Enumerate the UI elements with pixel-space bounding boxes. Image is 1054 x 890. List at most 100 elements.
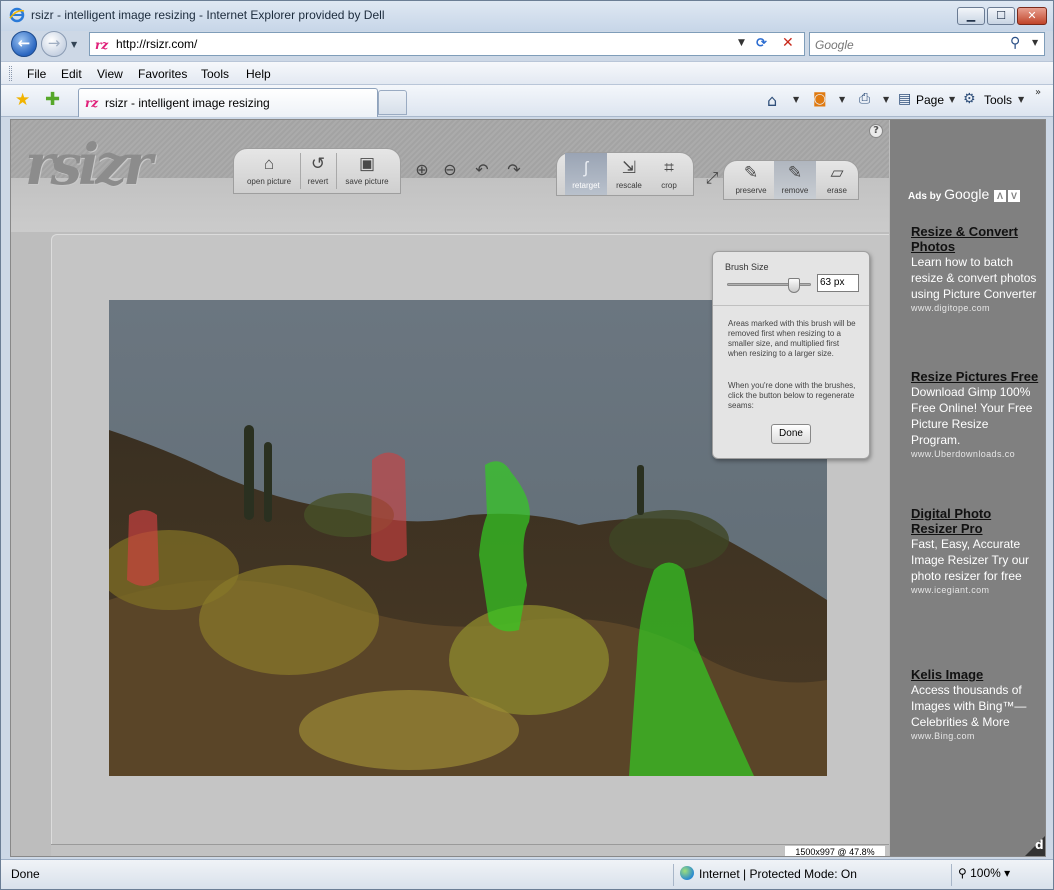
- menu-favorites[interactable]: Favorites: [138, 67, 187, 81]
- ad-url[interactable]: www.Bing.com: [911, 730, 1041, 742]
- brush-size-panel: Brush Size 63 px Areas marked with this …: [712, 251, 870, 459]
- rescale-button[interactable]: ⇲ rescale: [609, 153, 649, 197]
- ads-next-icon[interactable]: V: [1008, 190, 1021, 202]
- mode-toolbar: ʃ retarget ⇲ rescale ⌗ crop: [556, 152, 694, 196]
- feeds-dropdown-icon[interactable]: ▼: [839, 95, 845, 104]
- refresh-icon[interactable]: ⟳: [756, 36, 767, 51]
- ad-url[interactable]: www.digitope.com: [911, 302, 1041, 314]
- menu-view[interactable]: View: [97, 67, 123, 81]
- rotate-left-icon[interactable]: ↶: [469, 160, 495, 194]
- menu-bar: File Edit View Favorites Tools Help: [1, 61, 1053, 85]
- ads-prev-icon[interactable]: Λ: [994, 190, 1007, 202]
- brush-size-slider-thumb[interactable]: [788, 278, 801, 293]
- retarget-button[interactable]: ʃ retarget: [565, 153, 607, 195]
- eraser-icon: ▱: [830, 163, 844, 182]
- ad-title[interactable]: Kelis Image: [911, 667, 1041, 682]
- ad-item[interactable]: Resize & Convert Photos Learn how to bat…: [911, 224, 1041, 314]
- menu-tools[interactable]: Tools: [201, 67, 229, 81]
- ad-title[interactable]: Resize & Convert Photos: [911, 224, 1041, 254]
- revert-button[interactable]: ↺ revert: [302, 149, 334, 193]
- chevron-right-icon[interactable]: »: [1035, 87, 1041, 98]
- help-icon[interactable]: ?: [869, 124, 883, 138]
- tools-dropdown-icon[interactable]: ▼: [1018, 95, 1024, 104]
- save-picture-label: save picture: [345, 177, 389, 186]
- toolbar-separator: [336, 153, 337, 189]
- rsizr-logo: rsizr: [25, 132, 153, 198]
- zoom-in-icon[interactable]: ⊕: [409, 160, 435, 194]
- ad-item[interactable]: Kelis Image Access thousands of Images w…: [911, 667, 1041, 742]
- search-dropdown-icon[interactable]: ▼: [1032, 38, 1038, 47]
- brush-size-input[interactable]: 63 px: [817, 274, 859, 292]
- status-separator: [951, 864, 952, 886]
- tab-label: rsizr - intelligent image resizing: [105, 96, 270, 110]
- search-input[interactable]: Google: [815, 38, 854, 52]
- file-toolbar: ⌂ open picture ↺ revert ▣ save picture: [233, 148, 401, 194]
- print-icon[interactable]: ⎙: [859, 91, 870, 107]
- maximize-button[interactable]: ☐: [987, 7, 1015, 25]
- tools-menu-button[interactable]: Tools: [984, 93, 1012, 107]
- ad-body: Learn how to batch resize & convert phot…: [911, 255, 1037, 301]
- save-disk-icon: ▣: [358, 154, 376, 173]
- done-button[interactable]: Done: [771, 424, 811, 444]
- ad-body: Access thousands of Images with Bing™—Ce…: [911, 683, 1027, 729]
- globe-icon: [680, 866, 694, 880]
- print-dropdown-icon[interactable]: ▼: [883, 95, 889, 104]
- retarget-icon: ʃ: [584, 158, 588, 177]
- forward-button[interactable]: →: [41, 31, 67, 57]
- ads-by-google[interactable]: Ads by Google ΛV: [908, 186, 1021, 202]
- zoom-level[interactable]: ⚲ 100% ▾: [958, 866, 1010, 880]
- home-icon[interactable]: ⌂: [767, 91, 777, 110]
- new-tab-button[interactable]: [378, 90, 407, 115]
- rsizr-favicon-icon: rz: [95, 38, 109, 51]
- svg-text:rz: rz: [85, 96, 99, 109]
- ad-item[interactable]: Digital Photo Resizer Pro Fast, Easy, Ac…: [911, 506, 1041, 596]
- ad-url[interactable]: www.icegiant.com: [911, 584, 1041, 596]
- search-box[interactable]: Google ⚲ ▼: [809, 32, 1045, 56]
- remove-button[interactable]: ✎ remove: [774, 161, 816, 199]
- menu-edit[interactable]: Edit: [61, 67, 82, 81]
- page-dropdown-icon[interactable]: ▼: [949, 95, 955, 104]
- address-input[interactable]: http://rsizr.com/: [116, 37, 197, 51]
- add-favorite-icon[interactable]: ✚: [45, 89, 60, 110]
- ad-title[interactable]: Digital Photo Resizer Pro: [911, 506, 1041, 536]
- open-picture-button[interactable]: ⌂ open picture: [240, 149, 298, 193]
- ad-title[interactable]: Resize Pictures Free: [911, 369, 1041, 384]
- security-zone-label: Internet | Protected Mode: On: [699, 867, 857, 881]
- rotate-right-icon[interactable]: ↷: [501, 160, 527, 194]
- rescale-icon: ⇲: [621, 158, 637, 177]
- menu-help[interactable]: Help: [246, 67, 271, 81]
- revert-label: revert: [307, 177, 329, 186]
- crop-button[interactable]: ⌗ crop: [651, 153, 687, 197]
- home-dropdown-icon[interactable]: ▼: [793, 95, 799, 104]
- address-dropdown-icon[interactable]: ▼: [738, 38, 745, 48]
- window-title: rsizr - intelligent image resizing - Int…: [31, 8, 385, 22]
- stop-icon[interactable]: ✕: [782, 35, 794, 51]
- page-icon: ▤: [898, 91, 912, 107]
- magnifier-icon: ⚲: [958, 866, 971, 880]
- search-icon[interactable]: ⚲: [1010, 35, 1020, 51]
- favorites-star-icon[interactable]: ★: [15, 90, 30, 110]
- minimize-button[interactable]: ▁: [957, 7, 985, 25]
- ad-item[interactable]: Resize Pictures Free Download Gimp 100% …: [911, 369, 1041, 460]
- status-text: Done: [11, 867, 40, 881]
- ad-url[interactable]: www.Uberdownloads.co: [911, 448, 1041, 460]
- expand-icon[interactable]: ⤢: [699, 168, 725, 202]
- history-dropdown-icon[interactable]: ▼: [71, 40, 77, 49]
- tab-rsizr[interactable]: rz rsizr - intelligent image resizing: [78, 88, 378, 117]
- security-zone[interactable]: Internet | Protected Mode: On: [680, 866, 857, 881]
- close-button[interactable]: ✕: [1017, 7, 1047, 25]
- preserve-button[interactable]: ✎ preserve: [730, 161, 772, 199]
- google-brand: Google: [944, 186, 990, 202]
- erase-button[interactable]: ▱ erase: [818, 161, 856, 199]
- feeds-icon[interactable]: ◙: [813, 91, 827, 107]
- rsizr-favicon-icon: rz: [85, 96, 99, 109]
- back-button[interactable]: ←: [11, 31, 37, 57]
- address-bar[interactable]: rz http://rsizr.com/ ▼ ⟳ ✕: [89, 32, 805, 56]
- page-menu-button[interactable]: Page: [916, 93, 944, 107]
- zoom-out-icon[interactable]: ⊖: [437, 160, 463, 194]
- menu-file[interactable]: File: [27, 67, 46, 81]
- brush-size-title: Brush Size: [725, 262, 769, 272]
- save-picture-button[interactable]: ▣ save picture: [338, 149, 396, 193]
- status-separator: [673, 864, 674, 886]
- ad-corner-letter: d: [1035, 838, 1044, 852]
